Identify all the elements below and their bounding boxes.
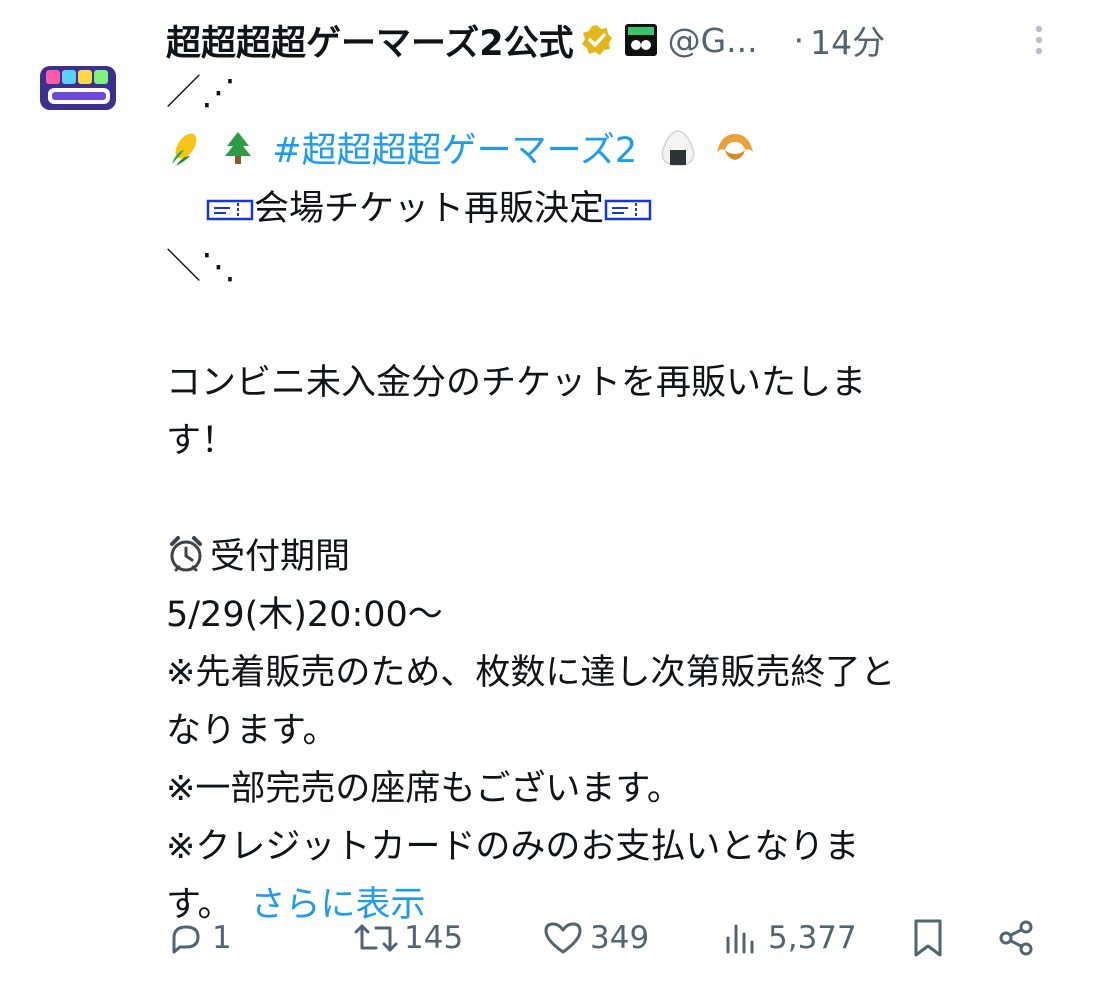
reply-icon bbox=[172, 925, 200, 954]
display-name[interactable]: 超超超超ゲーマーズ2公式 bbox=[166, 15, 574, 66]
decor-line-top: ／⋰ bbox=[166, 73, 237, 113]
period-date: 5/29(木)20:00〜 bbox=[166, 595, 443, 635]
body-text: コンビニ未入金分のチケットを再販いたしま bbox=[166, 363, 867, 403]
note-text: ※一部完売の座席もございます。 bbox=[166, 769, 682, 809]
views-icon bbox=[726, 924, 754, 954]
decor-line-bottom: ＼⋱ bbox=[166, 247, 237, 287]
verified-badge-icon bbox=[580, 23, 614, 57]
reply-button[interactable]: 1 bbox=[166, 908, 232, 968]
post-time[interactable]: 14分 bbox=[810, 16, 885, 64]
action-bar: 1 145 349 5,377 bbox=[166, 908, 1046, 968]
repost-button[interactable]: 145 bbox=[354, 908, 463, 968]
hashtag-link[interactable]: #超超超超ゲーマーズ2 bbox=[272, 131, 637, 171]
avatar[interactable] bbox=[30, 40, 126, 136]
more-icon[interactable] bbox=[1022, 22, 1056, 58]
repost-icon bbox=[354, 924, 398, 952]
post-header: 超超超超ゲーマーズ2公式 @G... · 14分 bbox=[166, 14, 1056, 66]
ticket-icon bbox=[206, 182, 254, 240]
bookmark-icon bbox=[914, 919, 942, 957]
hashtag-line: #超超超超ゲーマーズ2 bbox=[166, 122, 1066, 180]
view-count: 5,377 bbox=[768, 920, 857, 956]
tree-icon bbox=[219, 128, 257, 186]
like-count: 349 bbox=[590, 920, 650, 956]
separator-dot: · bbox=[793, 20, 805, 60]
share-button[interactable] bbox=[996, 908, 1036, 968]
share-icon bbox=[999, 920, 1033, 956]
note-text: ※先着販売のため、枚数に達し次第販売終了と bbox=[166, 653, 896, 693]
note-text: なります。 bbox=[166, 711, 338, 751]
croissant-icon bbox=[713, 128, 757, 186]
affiliate-badge-icon[interactable] bbox=[624, 23, 658, 57]
avatar-logo bbox=[40, 66, 116, 110]
period-label: 受付期間 bbox=[210, 537, 351, 577]
period-line: 受付期間 bbox=[166, 528, 1066, 586]
repost-count: 145 bbox=[404, 920, 464, 956]
ticket-line: 会場チケット再販決定 bbox=[166, 180, 1066, 238]
like-button[interactable]: 349 bbox=[542, 908, 649, 968]
note-text: ※クレジットカードのみのお支払いとなりま bbox=[166, 827, 860, 867]
onigiri-icon bbox=[658, 128, 698, 186]
ticket-icon bbox=[604, 182, 652, 240]
bookmark-button[interactable] bbox=[910, 908, 946, 968]
like-icon bbox=[544, 922, 582, 954]
user-handle[interactable]: @G... bbox=[668, 21, 758, 60]
reply-count: 1 bbox=[212, 920, 232, 956]
body-text: す！ bbox=[166, 421, 237, 461]
corn-icon bbox=[166, 128, 204, 186]
alarm-clock-icon bbox=[166, 534, 206, 592]
post-body: ／⋰ #超超超超ゲーマーズ2 会場チケット再販決定 ＼⋱ コンビニ未入金分のチケ… bbox=[166, 64, 1066, 934]
ticket-text: 会場チケット再販決定 bbox=[254, 189, 605, 229]
views-button[interactable]: 5,377 bbox=[722, 908, 857, 968]
